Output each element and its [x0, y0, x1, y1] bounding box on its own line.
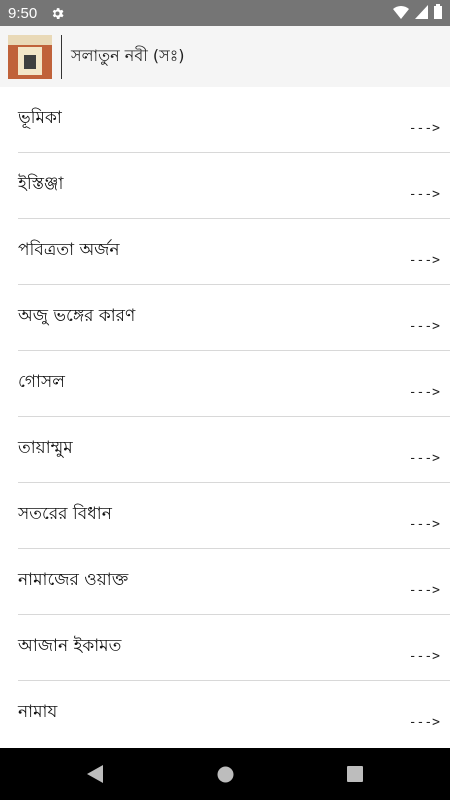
app-bar-divider: [61, 34, 62, 79]
arrow-icon: --->: [408, 649, 440, 664]
status-time: 9:50: [8, 4, 38, 22]
list-item[interactable]: গোসল --->: [0, 351, 450, 417]
list-item[interactable]: নামাজের ওয়াক্ত --->: [0, 549, 450, 615]
list-item-label: আজান ইকামত: [18, 636, 122, 656]
list-item-label: ভূমিকা: [18, 108, 62, 128]
book-cover-icon: [8, 34, 52, 79]
arrow-icon: --->: [408, 121, 440, 136]
arrow-icon: --->: [408, 451, 440, 466]
list-item-label: ইস্তিঞ্জা: [18, 174, 64, 194]
list-item-label: নামাজের ওয়াক্ত: [18, 570, 129, 590]
list-item[interactable]: তায়াম্মুম --->: [0, 417, 450, 483]
list-item[interactable]: পবিত্রতা অর্জন --->: [0, 219, 450, 285]
gear-icon: [49, 5, 65, 21]
arrow-icon: --->: [408, 319, 440, 334]
arrow-icon: --->: [408, 715, 440, 730]
recents-icon[interactable]: [340, 748, 370, 800]
arrow-icon: --->: [408, 253, 440, 268]
list-item-label: নামায: [18, 702, 58, 722]
arrow-icon: --->: [408, 517, 440, 532]
arrow-icon: --->: [408, 187, 440, 202]
back-icon[interactable]: [80, 748, 110, 800]
status-bar: 9:50: [0, 0, 450, 26]
list-item-label: সতরের বিধান: [18, 504, 112, 524]
list-item[interactable]: ইস্তিঞ্জা --->: [0, 153, 450, 219]
list-item[interactable]: নামায --->: [0, 681, 450, 747]
chapter-list: ভূমিকা ---> ইস্তিঞ্জা ---> পবিত্রতা অর্জ…: [0, 87, 450, 748]
list-item-label: পবিত্রতা অর্জন: [18, 240, 120, 260]
app-bar: সলাতুন নবী (সঃ): [0, 26, 450, 87]
app-title: সলাতুন নবী (সঃ): [71, 46, 185, 65]
list-item[interactable]: আজান ইকামত --->: [0, 615, 450, 681]
arrow-icon: --->: [408, 583, 440, 598]
list-item-label: গোসল: [18, 372, 65, 392]
list-item-label: তায়াম্মুম: [18, 438, 73, 458]
signal-icon: [415, 4, 428, 23]
list-item[interactable]: ভূমিকা --->: [0, 87, 450, 153]
navigation-bar: [0, 748, 450, 800]
wifi-icon: [393, 4, 409, 23]
list-item-label: অজু ভঙ্গের কারণ: [18, 306, 136, 326]
battery-icon: [434, 3, 442, 23]
home-icon[interactable]: [210, 748, 240, 800]
arrow-icon: --->: [408, 385, 440, 400]
list-item[interactable]: সতরের বিধান --->: [0, 483, 450, 549]
list-item[interactable]: অজু ভঙ্গের কারণ --->: [0, 285, 450, 351]
